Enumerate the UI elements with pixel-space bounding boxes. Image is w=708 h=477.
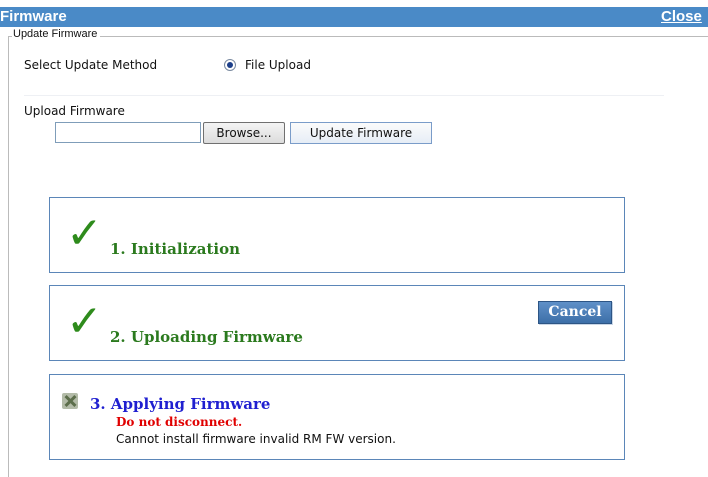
step-initialization-label: 1. Initialization [110, 240, 241, 258]
step-uploading-label: 2. Uploading Firmware [110, 328, 303, 346]
close-link[interactable]: Close [661, 7, 702, 27]
cancel-button[interactable]: Cancel [538, 301, 612, 324]
browse-button[interactable]: Browse... [203, 122, 285, 144]
checkmark-icon: ✓ [66, 296, 103, 347]
radio-selected-dot [227, 62, 233, 68]
warning-text: Do not disconnect. [116, 415, 243, 429]
window-title-bar: Firmware Close [0, 7, 708, 27]
checkmark-icon: ✓ [66, 208, 103, 259]
select-method-label: Select Update Method [24, 58, 158, 72]
upload-firmware-label: Upload Firmware [24, 104, 125, 118]
file-upload-radio[interactable] [224, 59, 236, 71]
step-initialization-panel: ✓ 1. Initialization [49, 197, 625, 273]
step-applying-panel: 3. Applying Firmware Do not disconnect. … [49, 374, 625, 460]
update-firmware-button[interactable]: Update Firmware [290, 122, 432, 144]
file-upload-option-label[interactable]: File Upload [245, 58, 311, 72]
file-path-input[interactable] [55, 122, 201, 143]
section-divider [24, 95, 664, 96]
window-title: Firmware [0, 8, 67, 25]
error-x-icon [62, 393, 78, 409]
fieldset-legend: Update Firmware [12, 28, 101, 40]
error-message: Cannot install firmware invalid RM FW ve… [116, 432, 396, 446]
step-applying-label: 3. Applying Firmware [90, 395, 271, 413]
step-uploading-panel: ✓ 2. Uploading Firmware Cancel [49, 285, 625, 361]
